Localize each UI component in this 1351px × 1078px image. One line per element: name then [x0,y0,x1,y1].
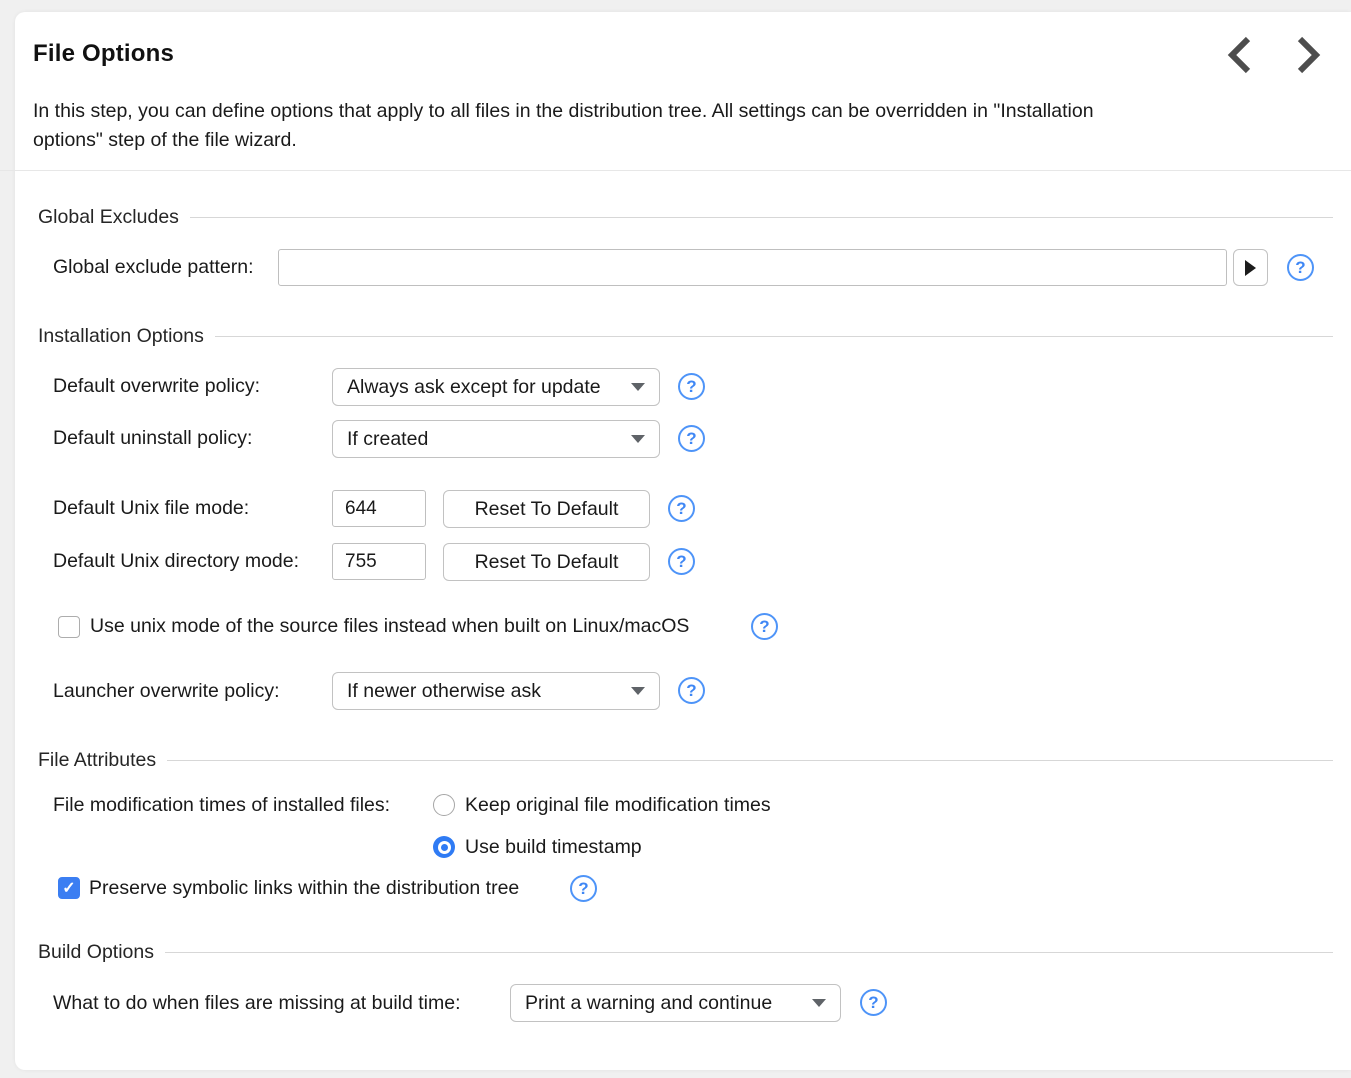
preserve-symlinks-checkbox-label: Preserve symbolic links within the distr… [89,877,519,900]
chevron-down-icon [631,687,645,695]
triangle-right-icon [1245,260,1256,276]
keep-original-times-radio-label[interactable]: Keep original file modification times [465,794,771,817]
section-title-build-options: Build Options [38,941,154,964]
use-build-timestamp-radio[interactable] [433,836,455,858]
missing-files-label: What to do when files are missing at bui… [53,992,461,1015]
default-uninstall-policy-label: Default uninstall policy: [53,427,252,450]
launcher-overwrite-policy-value: If newer otherwise ask [347,680,621,703]
file-options-page: File Options In this step, you can defin… [0,0,1351,1078]
default-uninstall-policy-select[interactable]: If created [332,420,660,458]
default-overwrite-policy-value: Always ask except for update [347,376,621,399]
default-unix-directory-mode-label: Default Unix directory mode: [53,550,299,573]
radio-selected-indicator [438,841,451,854]
next-step-button[interactable] [1288,33,1328,77]
global-exclude-help-icon[interactable]: ? [1287,254,1314,281]
chevron-down-icon [631,435,645,443]
missing-files-select[interactable]: Print a warning and continue [510,984,841,1022]
reset-directory-mode-button-label: Reset To Default [475,551,619,574]
chevron-left-icon [1226,35,1254,75]
step-description: In this step, you can define options tha… [33,97,1213,154]
default-overwrite-policy-select[interactable]: Always ask except for update [332,368,660,406]
default-uninstall-policy-value: If created [347,428,621,451]
unix-mode-help-icon[interactable]: ? [751,613,778,640]
keep-original-times-radio[interactable] [433,794,455,816]
overwrite-policy-help-icon[interactable]: ? [678,373,705,400]
chevron-down-icon [812,999,826,1007]
previous-step-button[interactable] [1220,33,1260,77]
section-global-excludes: Global Excludes [38,206,1333,229]
section-file-attributes: File Attributes [38,749,1333,772]
section-rule [167,760,1333,761]
section-title-global-excludes: Global Excludes [38,206,179,229]
header-divider [0,170,1351,171]
page-title: File Options [33,40,174,68]
section-rule [215,336,1333,337]
use-unix-mode-checkbox[interactable] [58,616,80,638]
section-build-options: Build Options [38,941,1333,964]
missing-files-value: Print a warning and continue [525,992,802,1015]
checkmark-icon: ✓ [62,878,75,898]
section-rule [190,217,1333,218]
launcher-policy-help-icon[interactable]: ? [678,677,705,704]
exclude-pattern-expand-button[interactable] [1233,249,1268,286]
preserve-symlinks-help-icon[interactable]: ? [570,875,597,902]
reset-file-mode-button-label: Reset To Default [475,498,619,521]
step-description-line2: options" step of the file wizard. [33,129,297,151]
chevron-right-icon [1294,35,1322,75]
section-installation-options: Installation Options [38,325,1333,348]
chevron-down-icon [631,383,645,391]
preserve-symlinks-checkbox[interactable]: ✓ [58,877,80,899]
default-overwrite-policy-label: Default overwrite policy: [53,375,260,398]
reset-directory-mode-button[interactable]: Reset To Default [443,543,650,581]
use-build-timestamp-radio-label[interactable]: Use build timestamp [465,836,642,859]
default-unix-file-mode-input[interactable] [332,490,426,527]
use-unix-mode-checkbox-label: Use unix mode of the source files instea… [90,615,689,638]
default-unix-file-mode-label: Default Unix file mode: [53,497,249,520]
reset-file-mode-button[interactable]: Reset To Default [443,490,650,528]
step-description-line1: In this step, you can define options tha… [33,100,1094,122]
section-title-installation-options: Installation Options [38,325,204,348]
launcher-overwrite-policy-label: Launcher overwrite policy: [53,680,280,703]
missing-files-help-icon[interactable]: ? [860,989,887,1016]
file-mode-help-icon[interactable]: ? [668,495,695,522]
file-modification-times-label: File modification times of installed fil… [53,794,390,817]
section-rule [165,952,1333,953]
default-unix-directory-mode-input[interactable] [332,543,426,580]
section-title-file-attributes: File Attributes [38,749,156,772]
global-exclude-pattern-input[interactable] [278,249,1227,286]
uninstall-policy-help-icon[interactable]: ? [678,425,705,452]
global-exclude-pattern-label: Global exclude pattern: [53,256,254,279]
launcher-overwrite-policy-select[interactable]: If newer otherwise ask [332,672,660,710]
directory-mode-help-icon[interactable]: ? [668,548,695,575]
